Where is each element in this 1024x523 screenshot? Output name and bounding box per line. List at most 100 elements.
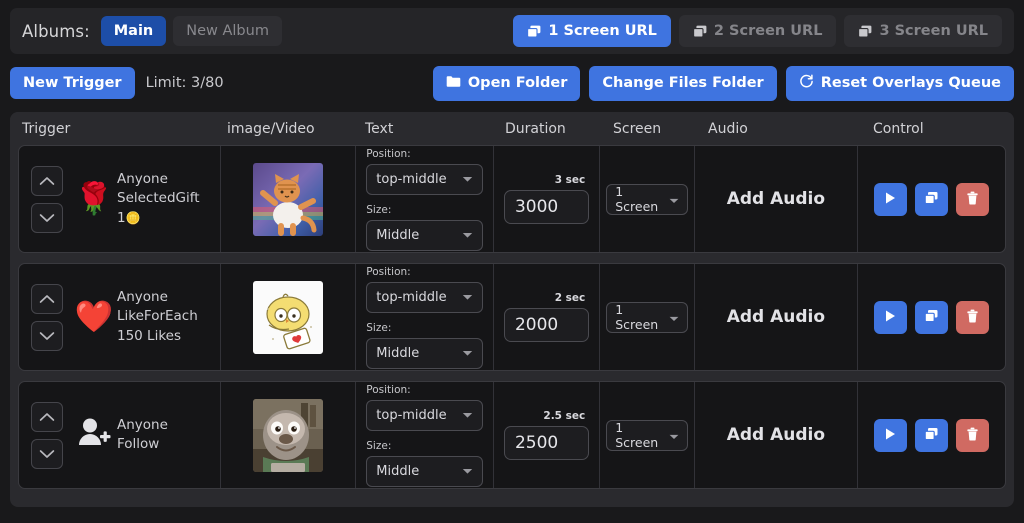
album-chip-main[interactable]: Main <box>100 16 167 46</box>
coin-icon: 🪙 <box>125 210 141 225</box>
open-folder-button[interactable]: Open Folder <box>432 65 581 101</box>
move-down-button[interactable] <box>31 320 63 351</box>
duplicate-button[interactable] <box>914 182 948 216</box>
screen-url-button-1[interactable]: 1 Screen URL <box>513 15 671 47</box>
screen-select[interactable]: 1 Screen <box>606 183 689 215</box>
table-header-row: Trigger image/Video Text Duration Screen… <box>10 112 1014 145</box>
cell-control <box>858 146 1006 252</box>
header-text: Text <box>365 120 394 137</box>
add-audio-button[interactable]: Add Audio <box>701 307 850 327</box>
copy-icon <box>924 427 939 444</box>
cell-media[interactable] <box>221 146 357 252</box>
change-files-folder-label: Change Files Folder <box>602 75 764 91</box>
chevron-down-icon <box>462 290 473 305</box>
play-icon <box>883 427 897 444</box>
sloth-thumbnail[interactable] <box>252 398 323 472</box>
chevron-down-icon <box>462 408 473 423</box>
reorder-arrows <box>31 401 63 469</box>
delete-button[interactable] <box>955 300 989 334</box>
size-select[interactable]: Middle <box>366 337 483 369</box>
duration-input[interactable] <box>503 190 590 224</box>
duration-seconds-label: 2 sec <box>554 292 586 304</box>
table-body: 🌹 Anyone SelectedGift 1🪙 Position: top-m… <box>10 145 1014 507</box>
size-select[interactable]: Middle <box>366 455 483 487</box>
open-folder-label: Open Folder <box>467 75 568 91</box>
screen-url-button-2[interactable]: 2 Screen URL <box>678 15 837 47</box>
chevron-up-icon <box>39 176 55 186</box>
trash-icon <box>966 191 979 208</box>
play-button[interactable] <box>873 300 907 334</box>
cell-text: Position: top-middle Size: Middle <box>356 264 494 370</box>
position-label: Position: <box>366 265 411 278</box>
move-down-button[interactable] <box>31 202 63 233</box>
reset-overlays-queue-button[interactable]: Reset Overlays Queue <box>785 65 1014 101</box>
position-label: Position: <box>366 383 411 396</box>
screen-url-label-1: 1 Screen URL <box>548 23 657 39</box>
new-trigger-button[interactable]: New Trigger <box>10 67 135 99</box>
screen-select[interactable]: 1 Screen <box>606 419 689 451</box>
delete-button[interactable] <box>955 182 989 216</box>
add-audio-button[interactable]: Add Audio <box>701 189 850 209</box>
size-value: Middle <box>376 227 420 243</box>
text-settings: Position: top-middle Size: Middle <box>362 266 487 369</box>
screen-value: 1 Screen <box>615 302 659 332</box>
add-audio-button[interactable]: Add Audio <box>701 425 850 445</box>
screen-url-button-3[interactable]: 3 Screen URL <box>844 15 1002 47</box>
duplicate-button[interactable] <box>914 300 948 334</box>
rose-gift-icon: 🌹 <box>74 180 114 217</box>
cell-duration: 2.5 sec <box>494 382 601 488</box>
position-select[interactable]: top-middle <box>366 163 483 195</box>
screen-url-group: 1 Screen URL 2 Screen URL 3 Screen URL <box>513 15 1002 47</box>
person-add-icon <box>71 416 117 454</box>
screen-url-label-2: 2 Screen URL <box>713 23 823 39</box>
move-down-button[interactable] <box>31 438 63 469</box>
play-button[interactable] <box>873 182 907 216</box>
copy-icon <box>924 191 939 208</box>
duration-input[interactable] <box>503 426 590 460</box>
cell-audio: Add Audio <box>695 146 858 252</box>
duration-field: 2 sec <box>500 292 593 342</box>
screen-url-label-3: 3 Screen URL <box>879 23 988 39</box>
position-select[interactable]: top-middle <box>366 281 483 313</box>
cell-text: Position: top-middle Size: Middle <box>356 146 494 252</box>
yellow-chick-thumbnail[interactable] <box>252 280 323 354</box>
play-button[interactable] <box>873 418 907 452</box>
cell-media[interactable] <box>221 382 357 488</box>
size-select[interactable]: Middle <box>366 219 483 251</box>
chevron-down-icon <box>669 192 679 207</box>
position-label: Position: <box>366 147 411 160</box>
duration-input[interactable] <box>503 308 590 342</box>
control-buttons <box>873 418 989 452</box>
cell-duration: 3 sec <box>494 146 601 252</box>
size-label: Size: <box>366 321 392 334</box>
cell-control <box>858 264 1006 370</box>
delete-button[interactable] <box>955 418 989 452</box>
move-up-button[interactable] <box>31 401 63 432</box>
screen-select[interactable]: 1 Screen <box>606 301 689 333</box>
dancing-cat-thumbnail[interactable] <box>252 162 323 236</box>
cell-trigger: 🌹 Anyone SelectedGift 1🪙 <box>19 146 221 252</box>
move-up-button[interactable] <box>31 283 63 314</box>
album-chip-new-album[interactable]: New Album <box>173 16 282 46</box>
table-row: 🌹 Anyone SelectedGift 1🪙 Position: top-m… <box>18 145 1006 253</box>
cell-duration: 2 sec <box>494 264 601 370</box>
change-files-folder-button[interactable]: Change Files Folder <box>589 65 777 101</box>
size-value: Middle <box>376 463 420 479</box>
size-label: Size: <box>366 203 392 216</box>
heart-icon: ❤️ <box>74 298 114 335</box>
trigger-description: Anyone Follow <box>117 416 168 454</box>
limit-text: Limit: 3/80 <box>145 75 224 91</box>
chevron-up-icon <box>39 412 55 422</box>
trigger-description: Anyone LikeForEach 150 Likes <box>117 288 198 345</box>
copy-icon <box>692 25 707 38</box>
position-select[interactable]: top-middle <box>366 399 483 431</box>
cell-media[interactable] <box>221 264 357 370</box>
chevron-up-icon <box>39 294 55 304</box>
duplicate-button[interactable] <box>914 418 948 452</box>
albums-bar: Albums: Main New Album 1 Screen URL 2 Sc… <box>10 8 1014 54</box>
trash-icon <box>966 309 979 326</box>
move-up-button[interactable] <box>31 165 63 196</box>
trigger-line-2: Follow <box>117 436 160 452</box>
albums-label: Albums: <box>22 21 90 41</box>
cell-screen: 1 Screen <box>600 146 696 252</box>
